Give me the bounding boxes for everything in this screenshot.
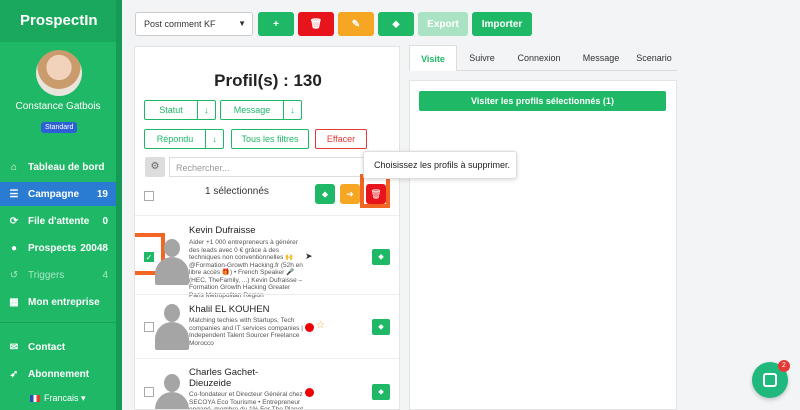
refresh-icon: ⟳ — [9, 215, 19, 227]
profiles-title: Profil(s) : 130 — [214, 71, 322, 90]
tag-selected-button[interactable]: ⬥ — [315, 184, 335, 204]
chevron-down-icon: ▼ — [238, 19, 246, 28]
filter-statut-button[interactable]: Statut ↓ — [144, 100, 216, 120]
gear-icon[interactable]: ⚙ — [145, 157, 165, 177]
profile-name[interactable]: Charles Gachet-Dieuzeide — [189, 367, 299, 389]
plan-badge: Standard — [41, 122, 78, 133]
selected-count: 1 sélectionnés — [205, 186, 269, 197]
sidebar-item-triggers[interactable]: ↺ Triggers 4 — [0, 263, 116, 287]
tab-suivre[interactable]: Suivre — [459, 45, 505, 71]
profile-avatar — [155, 370, 189, 409]
profile-name[interactable]: Kevin Dufraisse — [189, 225, 256, 236]
star-icon[interactable]: ☆ — [316, 320, 325, 331]
chat-button[interactable]: 2 — [752, 360, 790, 398]
move-selected-button[interactable]: ➜ — [340, 184, 360, 204]
sidebar-scroll-strip[interactable] — [116, 0, 122, 410]
profile-description: Matching techies with Startups, Tech com… — [189, 317, 303, 347]
user-avatar[interactable] — [36, 50, 82, 96]
export-button[interactable]: Export — [418, 12, 468, 36]
edit-campaign-button[interactable]: ✎ — [338, 12, 374, 36]
tag-button[interactable]: ⬥ — [378, 12, 414, 36]
user-name: Constance Gatbois — [15, 101, 101, 112]
sidebar: ProspectIn Constance Gatbois Standard ⌂ … — [0, 0, 122, 410]
chevron-down-icon: ▾ — [81, 393, 86, 403]
list-icon: ☰ — [9, 188, 19, 200]
arrow-down-icon: ↓ — [283, 101, 301, 119]
delete-highlight-box — [360, 174, 390, 208]
sidebar-item-company[interactable]: ▦ Mon entreprise — [0, 290, 116, 314]
profile-checkbox[interactable] — [144, 322, 154, 332]
delete-campaign-button[interactable]: 🗑 — [298, 12, 334, 36]
profile-checkbox[interactable] — [144, 387, 154, 397]
sidebar-item-dashboard[interactable]: ⌂ Tableau de bord — [0, 155, 116, 179]
flag-icon — [30, 395, 40, 403]
building-icon: ▦ — [9, 296, 19, 308]
user-icon: ● — [10, 242, 18, 254]
sidebar-item-queue[interactable]: ⟳ File d'attente 0 — [0, 209, 116, 233]
tab-scenario[interactable]: Scenario — [631, 45, 677, 71]
profile-tag-button[interactable]: ⬥ — [372, 384, 390, 400]
paper-plane-icon: ➤ — [305, 251, 313, 261]
profile-avatar — [155, 300, 189, 350]
visit-panel: Visiter les profils sélectionnés (1) — [409, 80, 677, 410]
status-dot — [305, 388, 314, 397]
mail-icon: ✉ — [9, 341, 19, 353]
select-all-checkbox[interactable] — [144, 191, 154, 201]
sidebar-item-prospects[interactable]: ● Prospects 20048 — [0, 236, 116, 260]
sidebar-item-subscription[interactable]: ➶ Abonnement — [0, 362, 116, 386]
profile-name[interactable]: Khalil EL KOUHEN — [189, 304, 269, 315]
search-input[interactable]: Rechercher... — [169, 157, 391, 177]
tab-connexion[interactable]: Connexion — [509, 45, 569, 71]
language-selector[interactable]: Francais ▾ — [30, 393, 86, 404]
tab-visite[interactable]: Visite — [409, 45, 457, 71]
brand-logo: ProspectIn — [0, 0, 116, 42]
sidebar-item-campaign[interactable]: ☰ Campagne 19 — [0, 182, 116, 206]
profile-description: Aider +1 000 entrepreneurs à générer des… — [189, 239, 303, 299]
profile-description: Co-fondateur et Directeur Général chez S… — [189, 391, 304, 410]
filter-message-button[interactable]: Message ↓ — [220, 100, 302, 120]
action-tabs: Visite Suivre Connexion Message Scenario — [409, 45, 677, 71]
arrow-down-icon: ↓ — [197, 101, 215, 119]
filter-repondu-button[interactable]: Répondu ↓ — [144, 129, 224, 149]
campaign-select[interactable]: Post comment KF ▼ — [135, 12, 253, 36]
profile-tag-button[interactable]: ⬥ — [372, 319, 390, 335]
profiles-panel: Profil(s) : 130 Statut ↓ Message ↓ Répon… — [134, 46, 400, 410]
chat-badge: 2 — [778, 360, 790, 372]
sidebar-item-contact[interactable]: ✉ Contact — [0, 335, 116, 359]
clear-filters-button[interactable]: Effacer — [315, 129, 367, 149]
sidebar-divider — [0, 322, 116, 323]
all-filters-button[interactable]: Tous les filtres — [231, 129, 309, 149]
home-icon: ⌂ — [10, 161, 18, 173]
chat-icon — [763, 373, 777, 387]
profile-tag-button[interactable]: ⬥ — [372, 249, 390, 265]
import-button[interactable]: Importer — [472, 12, 532, 36]
history-icon: ↺ — [9, 269, 19, 281]
visit-selected-button[interactable]: Visiter les profils sélectionnés (1) — [419, 91, 666, 111]
status-dot — [305, 323, 314, 332]
delete-tooltip: Choisissez les profils à supprimer. — [363, 151, 517, 179]
profile-avatar — [155, 235, 189, 285]
rocket-icon: ➶ — [9, 368, 19, 380]
arrow-down-icon: ↓ — [205, 130, 223, 148]
tab-message[interactable]: Message — [573, 45, 629, 71]
add-campaign-button[interactable]: + — [258, 12, 294, 36]
